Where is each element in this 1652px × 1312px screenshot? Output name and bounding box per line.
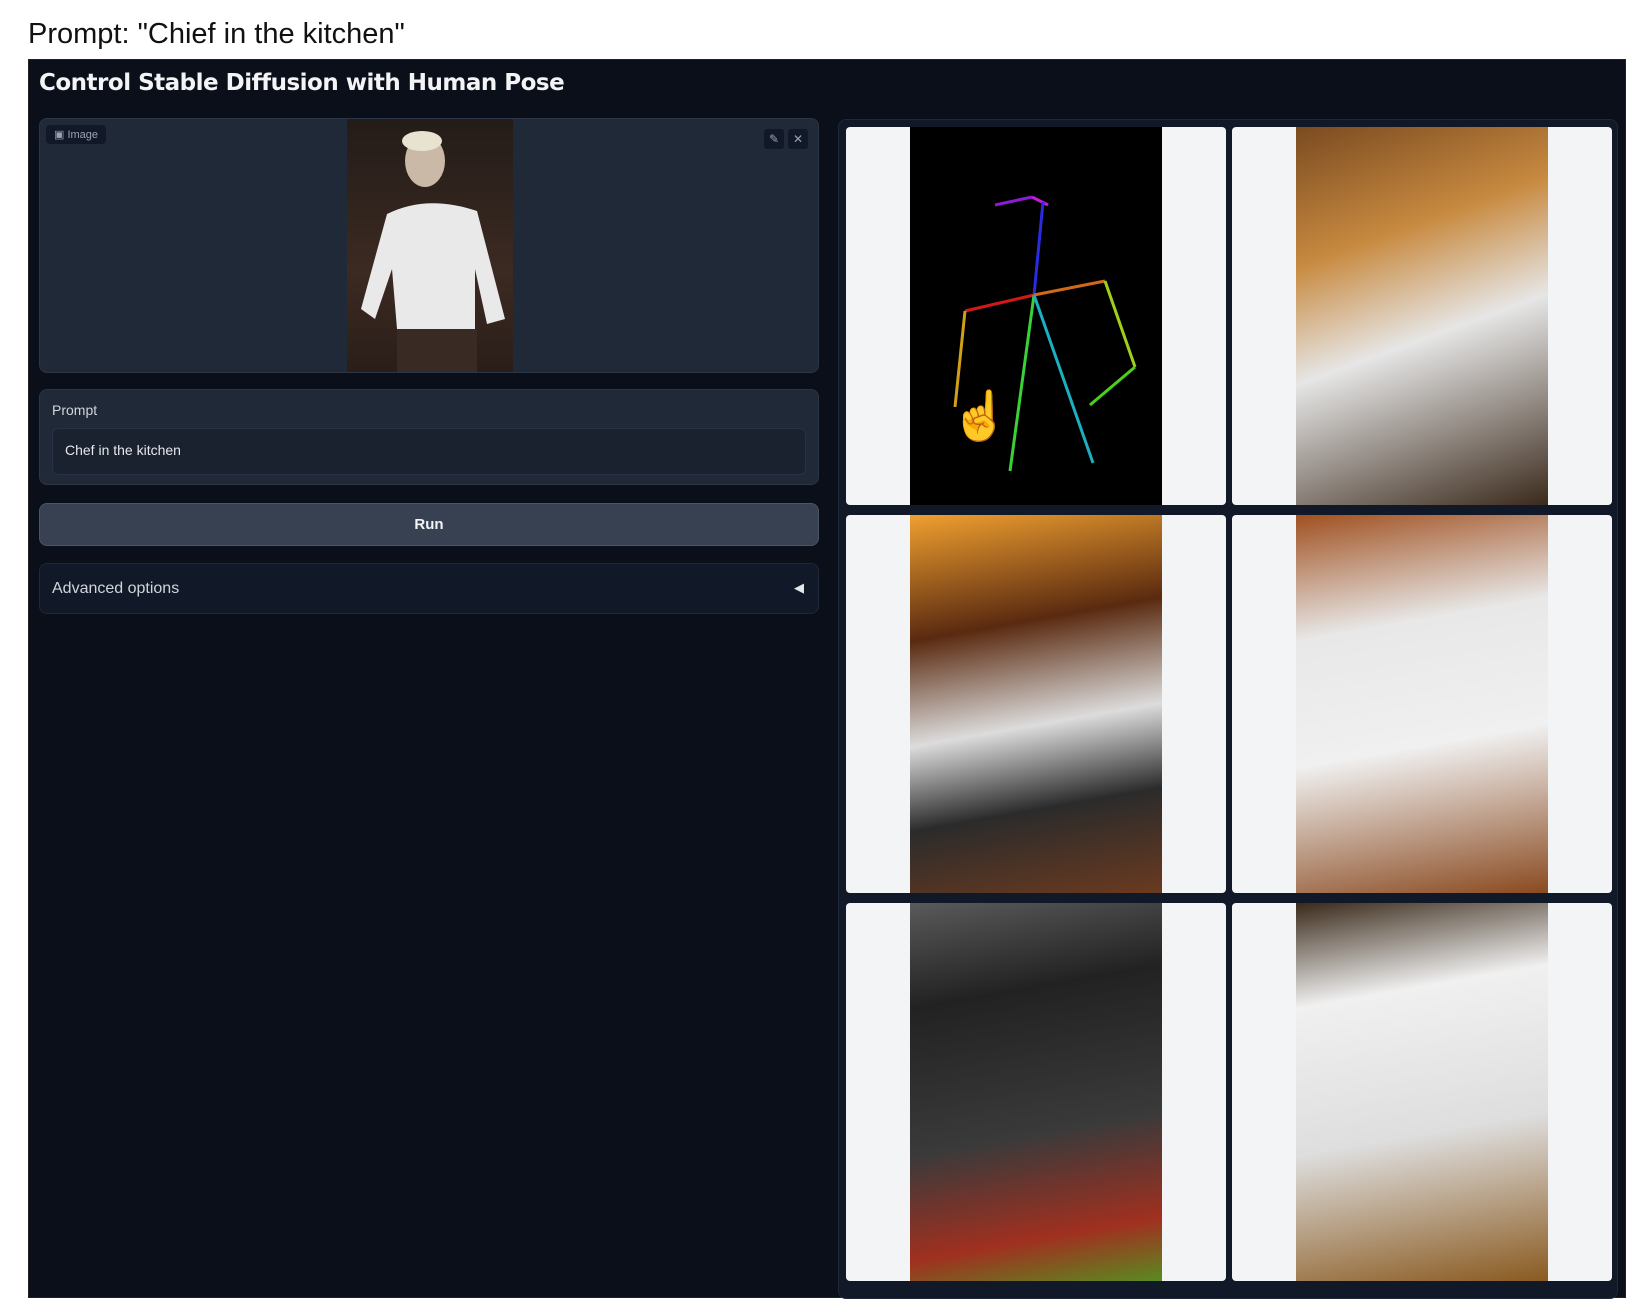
image-input[interactable]: ▣ Image ✎ ✕ xyxy=(39,118,819,373)
chef-image xyxy=(1296,515,1548,893)
prompt-input[interactable]: Chef in the kitchen xyxy=(52,428,806,475)
prompt-label: Prompt xyxy=(52,402,98,418)
gallery-item-pose[interactable]: ☝ xyxy=(846,127,1226,505)
chef-image xyxy=(910,515,1162,893)
chef-image xyxy=(910,903,1162,1281)
output-gallery: ☝ xyxy=(838,119,1618,1299)
app-window: Control Stable Diffusion with Human Pose… xyxy=(28,59,1626,1299)
gallery-item[interactable] xyxy=(1232,127,1612,505)
advanced-options-label: Advanced options xyxy=(52,580,180,597)
image-icon: ▣ xyxy=(54,129,68,141)
person-silhouette xyxy=(361,131,505,372)
figure-caption: Prompt: "Chief in the kitchen" xyxy=(28,18,405,50)
close-icon[interactable]: ✕ xyxy=(788,129,808,149)
input-photo xyxy=(347,119,513,372)
gallery-item[interactable] xyxy=(846,515,1226,893)
run-button[interactable]: Run xyxy=(39,503,819,546)
advanced-options-accordion[interactable]: Advanced options ◀ xyxy=(39,563,819,614)
hand-cursor-icon: ☝ xyxy=(950,387,1010,444)
pose-skeleton: ☝ xyxy=(950,195,1137,472)
chef-image xyxy=(1296,903,1548,1281)
pose-skeleton-image: ☝ xyxy=(910,127,1162,505)
gallery-item[interactable] xyxy=(1232,515,1612,893)
app-title: Control Stable Diffusion with Human Pose xyxy=(39,70,565,96)
gallery-item[interactable] xyxy=(1232,903,1612,1281)
prompt-block: Prompt Chef in the kitchen xyxy=(39,389,819,485)
pencil-icon[interactable]: ✎ xyxy=(764,129,784,149)
image-label: ▣ Image xyxy=(46,125,107,144)
collapse-triangle-icon: ◀ xyxy=(794,580,804,595)
gallery-item[interactable] xyxy=(846,903,1226,1281)
chef-image xyxy=(1296,127,1548,505)
